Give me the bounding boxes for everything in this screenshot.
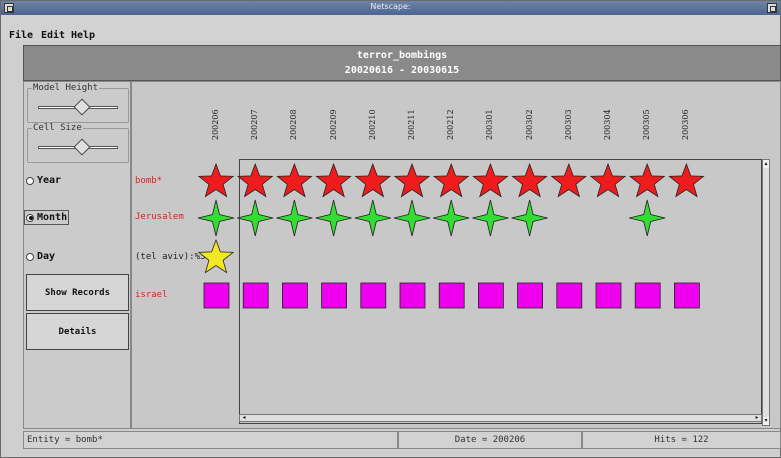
timeline-view: 200206 200207 200208 200209 200210 200211 2002…	[131, 81, 781, 429]
timeline-marks	[197, 162, 705, 309]
timeline-star-mark[interactable]	[393, 199, 431, 237]
scroll-up-icon[interactable]: ▴	[763, 160, 769, 168]
timeline-square-mark[interactable]	[517, 282, 544, 309]
timeline-star-mark[interactable]	[629, 199, 666, 237]
timeline-star-mark[interactable]	[472, 162, 509, 198]
status-hits: Hits = 122	[582, 431, 781, 449]
window-title: Netscape:	[370, 2, 411, 11]
cell-size-label: Cell Size	[32, 123, 83, 133]
vertical-scrollbar[interactable]: ▴ ▾	[762, 159, 770, 426]
timeline-star-mark[interactable]	[315, 162, 352, 198]
radio-year-label: Year	[37, 175, 62, 186]
control-panel: Model Height Cell Size Year Month Day Sh…	[23, 81, 131, 429]
timeline-square-mark[interactable]	[399, 282, 426, 309]
timeline-star-mark[interactable]	[433, 162, 470, 198]
timeline-star-mark[interactable]	[668, 162, 705, 198]
app-window: Netscape: File Edit Help terror_bombings…	[0, 0, 781, 458]
maximize-icon[interactable]	[767, 3, 777, 13]
horizontal-scrollbar[interactable]: ◂ ▸	[239, 414, 762, 422]
scroll-left-icon[interactable]: ◂	[240, 415, 248, 421]
radio-year-icon[interactable]	[26, 176, 34, 185]
details-button[interactable]: Details	[26, 313, 129, 350]
title-bar: Netscape:	[1, 1, 780, 15]
dataset-title: terror_bombings	[356, 50, 448, 61]
menu-help[interactable]: Help	[71, 30, 95, 41]
timeline-star-mark[interactable]	[197, 199, 235, 237]
timeline-star-mark[interactable]	[511, 199, 548, 237]
timeline-square-mark[interactable]	[477, 282, 504, 309]
menu-bar: File Edit Help	[1, 15, 780, 41]
timeline-square-mark[interactable]	[595, 282, 622, 309]
cell-size-group: Cell Size	[27, 123, 129, 163]
radio-year[interactable]: Year	[26, 175, 61, 186]
timeline-square-mark[interactable]	[674, 282, 700, 309]
radio-month-label: Month	[37, 212, 68, 223]
status-entity: Entity = bomb*	[23, 431, 398, 449]
timeline-star-mark[interactable]	[276, 199, 313, 237]
timeline-star-mark[interactable]	[511, 162, 548, 198]
timeline-star-mark[interactable]	[315, 199, 352, 237]
timeline-square-mark[interactable]	[321, 282, 348, 309]
scroll-down-icon[interactable]: ▾	[763, 417, 769, 425]
radio-day-label: Day	[37, 251, 56, 262]
status-bar: Entity = bomb* Date = 200206 Hits = 122	[23, 431, 781, 449]
timeline-star-mark[interactable]	[354, 199, 391, 237]
timeline-star-mark[interactable]	[354, 162, 391, 198]
model-height-label: Model Height	[32, 83, 100, 93]
radio-day[interactable]: Day	[26, 251, 55, 262]
timeline-star-mark[interactable]	[197, 238, 235, 274]
timeline-square-mark[interactable]	[634, 282, 661, 309]
timeline-square-mark[interactable]	[438, 282, 465, 309]
radio-day-icon[interactable]	[26, 252, 34, 261]
status-date: Date = 200206	[398, 431, 582, 449]
timeline-square-mark[interactable]	[360, 282, 387, 309]
timeline-square-mark[interactable]	[242, 282, 269, 309]
scroll-right-icon[interactable]: ▸	[753, 415, 761, 421]
show-records-button[interactable]: Show Records	[26, 274, 129, 311]
timeline-star-mark[interactable]	[197, 162, 235, 198]
timeline-star-mark[interactable]	[433, 199, 470, 237]
timeline-star-mark[interactable]	[393, 162, 431, 198]
timeline-star-mark[interactable]	[237, 162, 274, 198]
date-range: 20020616 - 20030615	[344, 65, 460, 76]
model-height-group: Model Height	[27, 83, 129, 123]
timeline-star-mark[interactable]	[472, 199, 509, 237]
timeline-square-mark[interactable]	[203, 282, 230, 309]
radio-month[interactable]: Month	[23, 210, 70, 225]
timeline-square-mark[interactable]	[556, 282, 583, 309]
cell-size-slider-knob[interactable]	[73, 138, 91, 156]
dataset-header: terror_bombings 20020616 - 20030615	[23, 45, 781, 81]
timeline-square-mark[interactable]	[281, 282, 308, 309]
timeline-star-mark[interactable]	[550, 162, 587, 198]
radio-month-icon[interactable]	[26, 213, 34, 222]
model-height-slider-knob[interactable]	[73, 98, 91, 116]
menu-file[interactable]: File	[9, 30, 33, 41]
timeline-star-mark[interactable]	[276, 162, 313, 198]
menu-edit[interactable]: Edit	[41, 30, 65, 41]
timeline-star-mark[interactable]	[589, 162, 627, 198]
timeline-star-mark[interactable]	[629, 162, 666, 198]
timeline-star-mark[interactable]	[237, 199, 274, 237]
